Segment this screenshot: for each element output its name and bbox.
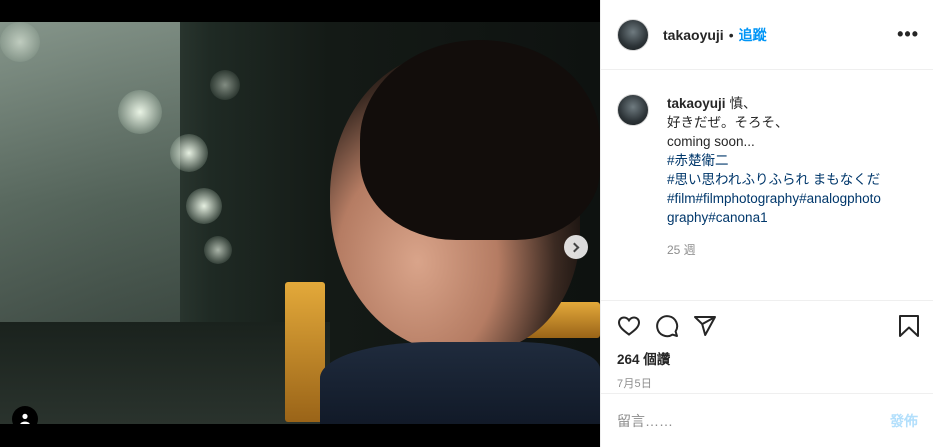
- caption: takaoyuji 慎、 好きだぜ。そろそ、 coming soon... #赤楚…: [617, 94, 921, 260]
- hashtag-link[interactable]: #赤楚衛二: [667, 151, 887, 170]
- carousel-next-button[interactable]: [564, 235, 588, 259]
- heart-icon[interactable]: [617, 314, 641, 338]
- comment-input[interactable]: [617, 412, 890, 429]
- bokeh-light: [210, 70, 240, 100]
- action-icons: [617, 313, 920, 339]
- person-hair: [360, 40, 600, 240]
- bokeh-light: [170, 134, 208, 172]
- username-link[interactable]: takaoyuji: [663, 27, 724, 43]
- post-comment-button[interactable]: 發佈: [890, 411, 918, 431]
- caption-text: 好きだぜ。そろそ、: [667, 115, 789, 130]
- bokeh-light: [186, 188, 222, 224]
- post-date[interactable]: 7月5日: [617, 375, 920, 391]
- caption-text: coming soon...: [667, 134, 755, 149]
- post-header: takaoyuji • 追蹤 •••: [601, 0, 933, 70]
- more-options-icon[interactable]: •••: [897, 24, 919, 45]
- caption-body: takaoyuji 慎、 好きだぜ。そろそ、 coming soon... #赤楚…: [667, 94, 887, 260]
- share-icon[interactable]: [693, 314, 717, 338]
- post-actions: 264 個讚 7月5日: [601, 300, 933, 392]
- bottom-letterbox: [0, 424, 600, 447]
- avatar[interactable]: [617, 94, 649, 126]
- bokeh-light: [0, 22, 40, 62]
- comment-icon[interactable]: [655, 314, 679, 338]
- bookmark-icon[interactable]: [898, 314, 920, 338]
- hashtag-link[interactable]: #film#filmphotography#analogphoto: [667, 189, 887, 208]
- caption-timestamp: 25 週: [667, 243, 696, 257]
- photo-street: [0, 322, 330, 424]
- caption-text: 慎、: [729, 96, 757, 111]
- follow-button[interactable]: 追蹤: [739, 25, 767, 45]
- hashtag-link[interactable]: graphy#canona1: [667, 208, 887, 227]
- like-count[interactable]: 264 個讚: [617, 348, 920, 368]
- header-separator: •: [728, 26, 734, 43]
- hashtag-link[interactable]: #思い思われふりふられ まもなくだ: [667, 170, 887, 189]
- user-icon: [20, 413, 30, 424]
- post-side-panel: takaoyuji • 追蹤 ••• takaoyuji 慎、 好きだぜ。そろそ、…: [600, 0, 933, 447]
- bokeh-light: [204, 236, 232, 264]
- yellow-railing: [285, 282, 325, 422]
- person-jacket: [320, 342, 600, 424]
- post-photo[interactable]: [0, 22, 600, 424]
- top-letterbox: [0, 0, 600, 22]
- caption-first-line: takaoyuji 慎、: [667, 94, 887, 113]
- bokeh-light: [118, 90, 162, 134]
- instagram-post-modal: takaoyuji • 追蹤 ••• takaoyuji 慎、 好きだぜ。そろそ、…: [0, 0, 933, 447]
- chevron-right-icon: [569, 242, 580, 252]
- avatar[interactable]: [617, 18, 649, 51]
- caption-username-link[interactable]: takaoyuji: [667, 96, 726, 111]
- comment-bar: 發佈: [601, 393, 933, 447]
